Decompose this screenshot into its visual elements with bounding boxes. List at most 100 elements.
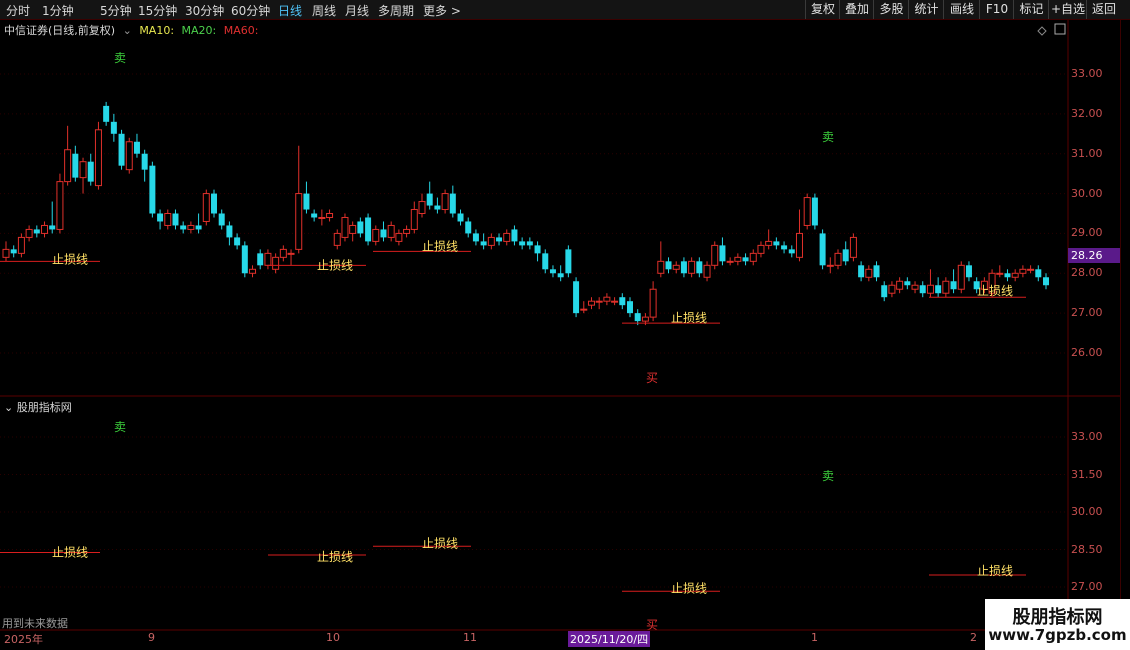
candle-body (888, 284, 896, 294)
candle-body (33, 229, 40, 234)
candle-body (49, 225, 56, 230)
stop-label-indicator: 止损线 (317, 550, 353, 564)
candle-body (17, 236, 25, 254)
candle-body (341, 216, 349, 238)
candle-body (911, 284, 919, 290)
candle-body (149, 165, 156, 214)
indicator-tick-label: 30.00 (1071, 505, 1103, 518)
watermark-url: www.7gpzb.com (988, 626, 1127, 644)
candle-body (318, 216, 326, 219)
indicator-tick-label: 28.50 (1071, 542, 1103, 556)
chart-canvas[interactable]: 止损线止损线止损线止损线止损线止损线止损线止损线止损线止损线 卖卖买卖卖买 (0, 0, 1130, 650)
sell-signal: 卖 (822, 469, 834, 483)
indicator-tick-label: 31.50 (1071, 467, 1103, 481)
grid-lines (0, 73, 1068, 588)
candle-body (904, 281, 911, 286)
candle-body (426, 193, 433, 206)
candle-body (157, 213, 164, 222)
candle-body (125, 141, 133, 171)
candle-body (734, 256, 742, 262)
candle-body (264, 252, 272, 266)
candle-body (996, 272, 1004, 275)
candle-body (803, 197, 811, 226)
candle-body (449, 193, 456, 214)
candle-body (672, 264, 680, 270)
candle-body (542, 253, 549, 270)
candle-body (234, 237, 241, 246)
signal-markers: 卖卖买卖卖买 (114, 51, 834, 632)
candle-body (287, 252, 295, 255)
candle-body (1011, 272, 1019, 278)
candle-body (649, 288, 657, 318)
candle-body (372, 228, 380, 242)
indicator-title: ⌄ 股朋指标网 (4, 401, 72, 414)
candle-body (526, 241, 533, 246)
price-tick-label: 30.00 (1071, 186, 1103, 200)
candle-body (950, 281, 957, 290)
candle-body (719, 245, 726, 262)
candle-body (56, 181, 64, 230)
indicator-toggle-icon[interactable]: ⌄ (4, 401, 13, 414)
candle-body (257, 253, 264, 266)
candle-body (795, 232, 803, 258)
candle-body (211, 193, 217, 214)
sell-signal: 卖 (822, 130, 834, 144)
sell-signal: 卖 (114, 420, 126, 434)
price-tick-label: 28.00 (1071, 266, 1103, 280)
candle-body (365, 217, 372, 242)
candle-body (919, 285, 926, 294)
stop-label: 止损线 (422, 239, 458, 253)
candle-body (380, 229, 387, 238)
candle-body (511, 229, 518, 242)
candle-body (549, 269, 556, 274)
candle-body (881, 285, 888, 298)
candle-body (487, 236, 495, 246)
candle-body (357, 221, 364, 234)
candle-body (665, 261, 672, 270)
watermark-logo: 股朋指标网 www.7gpzb.com (985, 599, 1130, 650)
diamond-icon[interactable] (1037, 26, 1047, 36)
candle-body (72, 153, 79, 178)
candle-body (349, 224, 357, 234)
candle-body (164, 213, 172, 226)
x-label-selected-date: 2025/11/20/四 (568, 631, 651, 647)
candle-body (842, 249, 849, 262)
candle-body (410, 209, 418, 230)
candle-body (819, 233, 826, 266)
candle-body (595, 300, 603, 303)
candle-body (110, 121, 117, 134)
candle-body (811, 197, 818, 226)
buy-signal: 买 (646, 371, 658, 385)
price-tick-label: 32.00 (1071, 106, 1103, 120)
candle-body (25, 228, 33, 238)
candle-body (565, 249, 572, 274)
candlestick-series (2, 101, 1049, 326)
candle-body (573, 281, 580, 314)
window-icon[interactable] (1054, 23, 1066, 35)
candle-body (603, 296, 611, 302)
price-tick-label: 31.00 (1071, 146, 1103, 160)
stop-label-indicator: 止损线 (52, 546, 88, 560)
candle-body (172, 213, 179, 226)
candle-body (834, 252, 842, 266)
candle-body (133, 141, 140, 154)
candle-body (826, 264, 834, 267)
candle-body (395, 232, 403, 242)
candle-body (865, 268, 873, 278)
x-label-1: 1 (811, 631, 818, 644)
candle-body (742, 257, 749, 262)
candle-body (634, 313, 641, 322)
indicator-tick-label: 27.00 (1071, 580, 1103, 593)
side-panel-strip[interactable] (1120, 20, 1130, 630)
candle-body (480, 241, 487, 246)
candle-body (711, 244, 719, 266)
candle-body (249, 268, 257, 274)
x-label-9: 9 (148, 631, 155, 644)
candle-body (434, 205, 441, 210)
candle-body (873, 265, 880, 278)
stop-label-indicator: 止损线 (671, 581, 707, 595)
candle-body (118, 133, 125, 166)
candle-body (496, 237, 503, 242)
candle-body (64, 149, 72, 183)
candle-body (472, 233, 479, 242)
